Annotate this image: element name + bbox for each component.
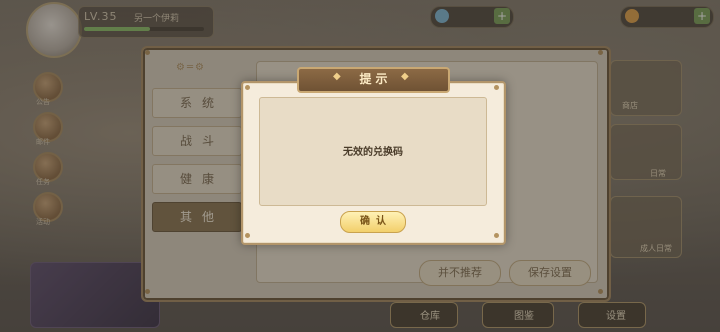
corner-stud-icon [245,85,250,90]
dialog-title: 提示 [359,72,392,86]
corner-stud-icon [494,233,499,238]
corner-stud-icon [245,233,250,238]
dialog-message: 无效的兑换码 [343,147,403,158]
corner-stud-icon [494,85,499,90]
confirm-button[interactable]: 确认 [340,211,406,233]
